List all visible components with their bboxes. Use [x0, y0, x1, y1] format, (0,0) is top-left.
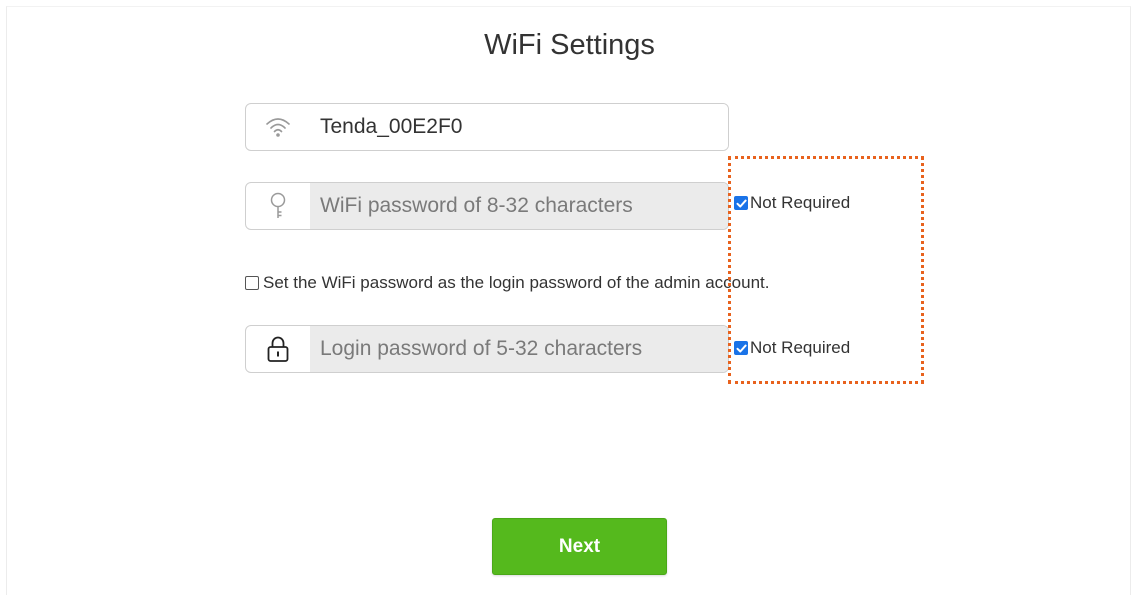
wifi-name-field — [245, 103, 729, 151]
wifi-name-input[interactable] — [310, 104, 728, 150]
login-password-input[interactable] — [310, 326, 728, 372]
wifi-password-not-required-label: Not Required — [750, 193, 851, 212]
wifi-password-field — [245, 182, 729, 230]
wifi-password-not-required-checkbox[interactable] — [734, 196, 748, 210]
login-password-not-required-label: Not Required — [750, 338, 851, 357]
key-icon — [246, 183, 310, 229]
wifi-settings-panel: WiFi Settings Tenda_00E2F0 Not Required … — [6, 6, 1131, 595]
page-title: WiFi Settings — [484, 29, 655, 61]
login-password-not-required-checkbox[interactable] — [734, 341, 748, 355]
login-password-field — [245, 325, 729, 373]
admin-password-checkbox[interactable] — [245, 276, 259, 290]
wifi-password-not-required[interactable]: Not Required — [734, 193, 851, 212]
wifi-icon — [246, 104, 310, 150]
admin-password-option-label: Set the WiFi password as the login passw… — [263, 273, 770, 292]
admin-password-option[interactable]: Set the WiFi password as the login passw… — [245, 273, 769, 293]
next-button[interactable]: Next — [492, 518, 667, 575]
login-password-not-required[interactable]: Not Required — [734, 338, 851, 357]
lock-icon — [246, 326, 310, 372]
wifi-password-input[interactable] — [310, 183, 728, 229]
